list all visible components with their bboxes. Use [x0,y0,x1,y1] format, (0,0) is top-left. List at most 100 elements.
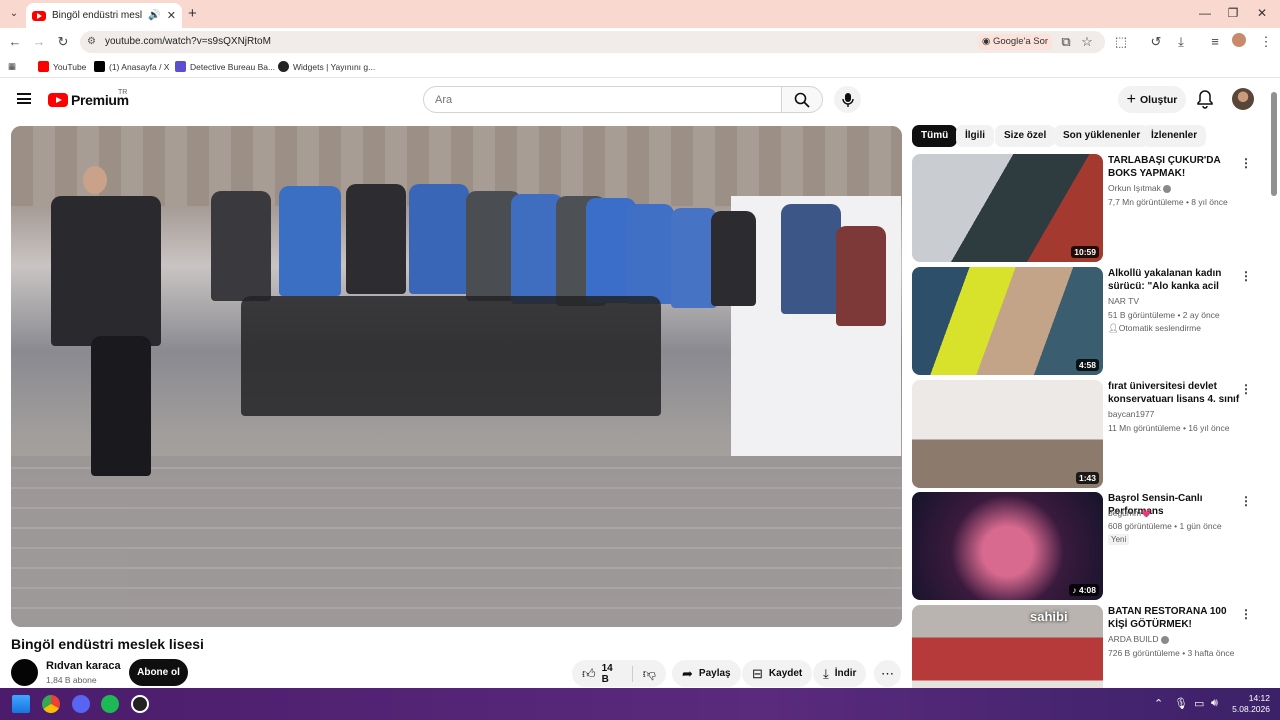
profile-icon[interactable] [1232,33,1246,47]
share-button[interactable]: ➦ Paylaş [672,660,741,687]
duration-badge: 4:58 [1075,359,1099,371]
history-icon[interactable]: ↺ [1147,33,1165,51]
install-icon[interactable]: ⧉ [1057,33,1075,51]
video-figure [626,204,674,304]
recommendation-thumbnail[interactable]: 1:43 [912,380,1103,488]
channel-name[interactable]: Rıdvan karaca [46,660,121,672]
chip-related[interactable]: İlgili [956,125,994,147]
taskbar-clock[interactable]: 14:12 5.08.2026 [1232,693,1270,715]
recommendation-thumbnail[interactable]: 10:59 [912,154,1103,262]
recommendation-thumbnail[interactable]: 4:58 [912,267,1103,375]
app-icon[interactable] [131,695,149,713]
network-icon[interactable]: ▭ [1194,697,1204,710]
thumbs-up-icon[interactable]: 👍︎ [582,666,596,682]
recommendation-channel[interactable]: baycan1977 [1108,409,1154,419]
download-button[interactable]: ⤓ İndir [813,660,867,687]
channel-avatar[interactable] [11,659,38,686]
close-icon[interactable]: ✕ [167,9,176,22]
new-tab-icon[interactable]: + [188,5,197,22]
tab-search-icon[interactable]: ⌄ [6,6,22,22]
video-figure [51,196,161,346]
hamburger-menu-icon[interactable] [17,93,31,104]
save-button[interactable]: ⊟ Kaydet [742,660,813,687]
reload-icon[interactable]: ↻ [54,33,72,51]
recommendation-channel[interactable]: NAR TV [1108,296,1139,306]
channel-label: Orkun Işıtmak [1108,183,1161,193]
chip-watched[interactable]: İzlenenler [1142,125,1207,147]
recommendation-item[interactable]: sahibi BATAN RESTORANA 100 KİŞİ GÖTÜRMEK… [912,605,1267,688]
bookmark-star-icon[interactable]: ☆ [1078,33,1096,51]
chrome-icon[interactable] [42,695,60,713]
back-icon[interactable]: ← [6,33,24,51]
video-player[interactable] [11,126,902,627]
microphone-tray-icon[interactable]: 🎙︎ [1174,697,1188,710]
recommendation-item[interactable]: 1:43 fırat üniversitesi devlet konservat… [912,380,1267,488]
search-input[interactable] [423,86,782,113]
recommendation-channel[interactable]: Orkun Işıtmak [1108,183,1171,193]
duration-badge: 1:43 [1075,472,1099,484]
recommendation-title[interactable]: Alkollü yakalanan kadın sürücü: "Alo kan… [1108,267,1242,294]
volume-icon[interactable]: 🔊︎ [1211,697,1218,710]
more-actions-button[interactable]: ⋯ [874,660,901,687]
recommendation-title[interactable]: BATAN RESTORANA 100 KİŞİ GÖTÜRMEK! @1453… [1108,605,1242,632]
music-note-icon: ♪ [1072,585,1079,595]
youtube-logo[interactable]: Premium [48,92,129,108]
recommendation-title[interactable]: TARLABAŞI ÇUKUR'DA BOKS YAPMAK! [1108,154,1242,180]
chip-recent[interactable]: Son yüklenenler [1054,125,1150,147]
tray-chevron-icon[interactable]: ⌃ [1154,697,1163,710]
account-avatar[interactable] [1232,88,1254,110]
recommendation-meta: 608 görüntüleme • 1 gün önce [1108,521,1222,531]
more-vert-icon[interactable]: ⋮ [1240,156,1252,170]
page-scrollbar[interactable] [1271,92,1277,196]
apps-icon[interactable]: ▦ [8,61,16,72]
window-close-icon[interactable]: ✕ [1252,6,1272,20]
chip-all[interactable]: Tümü [912,125,958,147]
forward-icon[interactable]: → [30,33,48,51]
url-text[interactable]: youtube.com/watch?v=s9sQXNjRtoM [105,36,271,47]
recommendation-thumbnail[interactable]: sahibi [912,605,1103,688]
recommendation-channel[interactable]: ARDA BUILD [1108,634,1169,644]
recommendation-item[interactable]: 10:59 TARLABAŞI ÇUKUR'DA BOKS YAPMAK! Or… [912,154,1267,262]
more-vert-icon[interactable]: ⋮ [1240,269,1252,283]
auto-dub-label: Otomatik seslendirme [1118,323,1201,333]
speaker-icon[interactable]: 🔊 [148,10,160,21]
bookmark-detective[interactable]: Detective Bureau Ba... [175,61,275,72]
restore-icon[interactable]: ❐ [1223,6,1243,20]
site-info-icon[interactable]: ⚙ [87,36,96,47]
recommendation-item[interactable]: ♪ 4:08 Başrol Sensin-Canlı Performans be… [912,492,1267,600]
google-lens-button[interactable]: ◉ Google'a Sor [978,34,1053,50]
download-icon[interactable]: ⤓ [1172,33,1190,51]
menu-dots-icon[interactable]: ⋮ [1257,33,1275,51]
bookmark-youtube[interactable]: YouTube [38,61,86,72]
like-count[interactable]: 14 B [602,663,622,685]
search-button[interactable] [781,86,823,113]
more-vert-icon[interactable]: ⋮ [1240,607,1252,621]
recommendation-title[interactable]: fırat üniversitesi devlet konservatuarı … [1108,380,1242,407]
verified-icon [1162,184,1171,193]
video-figure [83,166,107,194]
logo-region: TR [118,89,128,96]
create-button[interactable]: + Oluştur [1118,86,1186,113]
recommendation-thumbnail[interactable]: ♪ 4:08 [912,492,1103,600]
recommendation-channel[interactable]: begümm💗 [1108,508,1152,519]
voice-search-button[interactable] [834,86,861,113]
bookmark-label: Widgets | Yayınını g... [293,61,376,72]
active-tab[interactable]: Bingöl endüstri meslek lisesi 🔊 ✕ [26,3,182,28]
spotify-icon[interactable] [101,695,119,713]
chip-for-you[interactable]: Size özel [995,125,1056,147]
notifications-bell-icon[interactable] [1196,89,1214,109]
bookmark-widgets[interactable]: Widgets | Yayınını g... [278,61,375,72]
discord-icon[interactable] [72,695,90,713]
recommendation-item[interactable]: 4:58 Alkollü yakalanan kadın sürücü: "Al… [912,267,1267,375]
minimize-icon[interactable]: — [1195,6,1215,20]
more-vert-icon[interactable]: ⋮ [1240,382,1252,396]
extensions-icon[interactable]: ⬚ [1112,33,1130,51]
subscribe-button[interactable]: Abone ol [129,659,188,686]
windows-start-icon[interactable] [12,695,30,713]
more-vert-icon[interactable]: ⋮ [1240,494,1252,508]
thumbs-down-icon[interactable]: 👎︎ [643,666,656,682]
subscriber-count: 1,84 B abone [46,675,97,685]
media-icon[interactable]: ≡ [1206,33,1224,51]
clock-date: 5.08.2026 [1232,704,1270,714]
bookmark-x[interactable]: (1) Anasayfa / X [94,61,169,72]
